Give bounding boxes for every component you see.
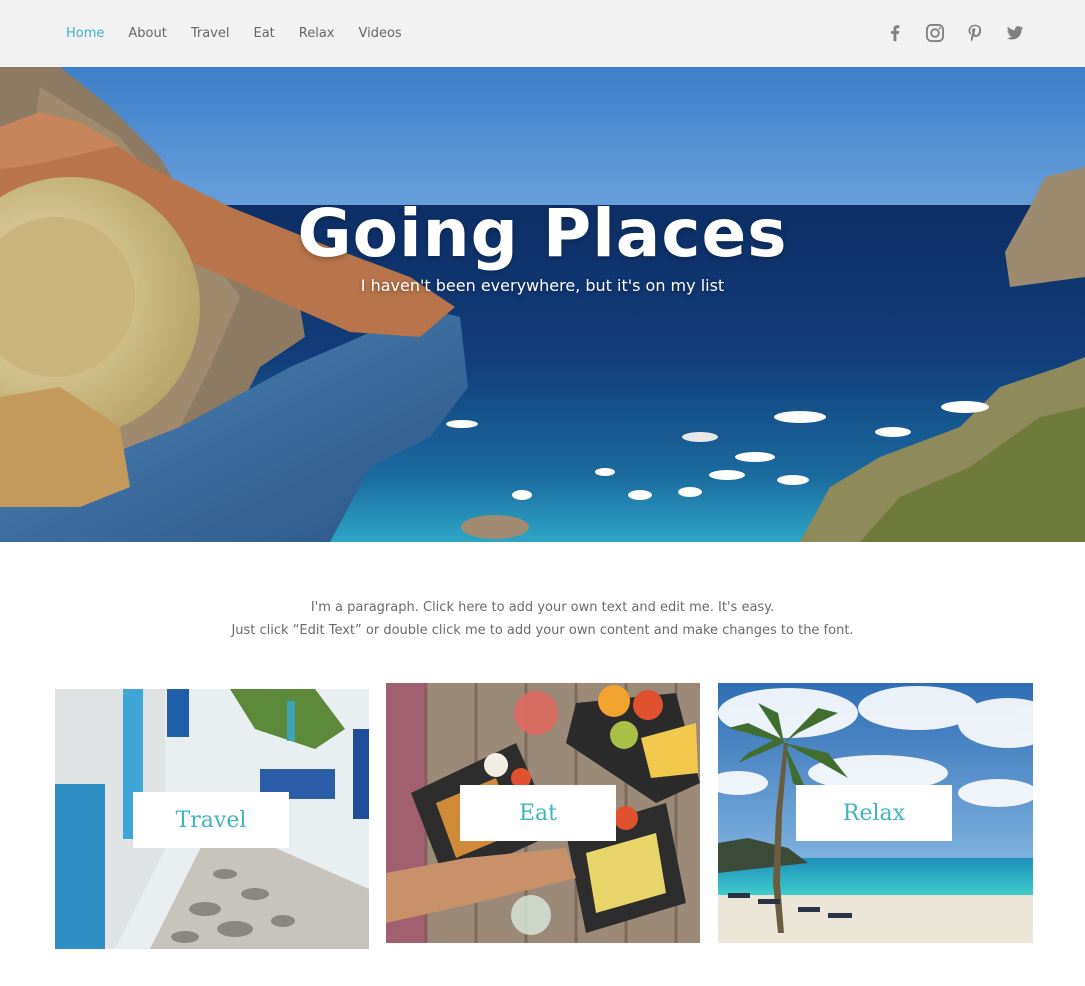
travel-card-label[interactable]: Travel: [133, 792, 289, 848]
intro-line-2: Just click “Edit Text” or double click m…: [231, 623, 854, 638]
hero-subtitle: I haven't been everywhere, but it's on m…: [360, 276, 725, 295]
relax-card-label[interactable]: Relax: [796, 785, 952, 841]
relax-card[interactable]: Relax: [718, 683, 1033, 943]
instagram-icon[interactable]: [923, 21, 947, 45]
site-header: Home About Travel Eat Relax Videos: [0, 0, 1085, 67]
nav-item-travel[interactable]: Travel: [179, 26, 242, 41]
intro-line-1: I'm a paragraph. Click here to add your …: [310, 600, 775, 615]
nav-item-videos[interactable]: Videos: [346, 26, 413, 41]
eat-card-label[interactable]: Eat: [460, 785, 616, 841]
nav-item-eat[interactable]: Eat: [241, 26, 286, 41]
eat-card[interactable]: Eat: [386, 683, 700, 943]
nav-item-about[interactable]: About: [116, 26, 178, 41]
facebook-icon[interactable]: [883, 21, 907, 45]
social-bar: [883, 19, 1027, 47]
nav-item-relax[interactable]: Relax: [287, 26, 347, 41]
pinterest-icon[interactable]: [963, 21, 987, 45]
intro-paragraph[interactable]: I'm a paragraph. Click here to add your …: [0, 596, 1085, 642]
hero-title: Going Places: [297, 195, 788, 272]
main-nav: Home About Travel Eat Relax Videos: [54, 0, 414, 67]
nav-item-home[interactable]: Home: [54, 26, 116, 41]
travel-card[interactable]: Travel: [55, 689, 369, 949]
hero-banner: Going Places I haven't been everywhere, …: [0, 67, 1085, 542]
twitter-icon[interactable]: [1003, 21, 1027, 45]
hero-image: [0, 67, 1085, 542]
